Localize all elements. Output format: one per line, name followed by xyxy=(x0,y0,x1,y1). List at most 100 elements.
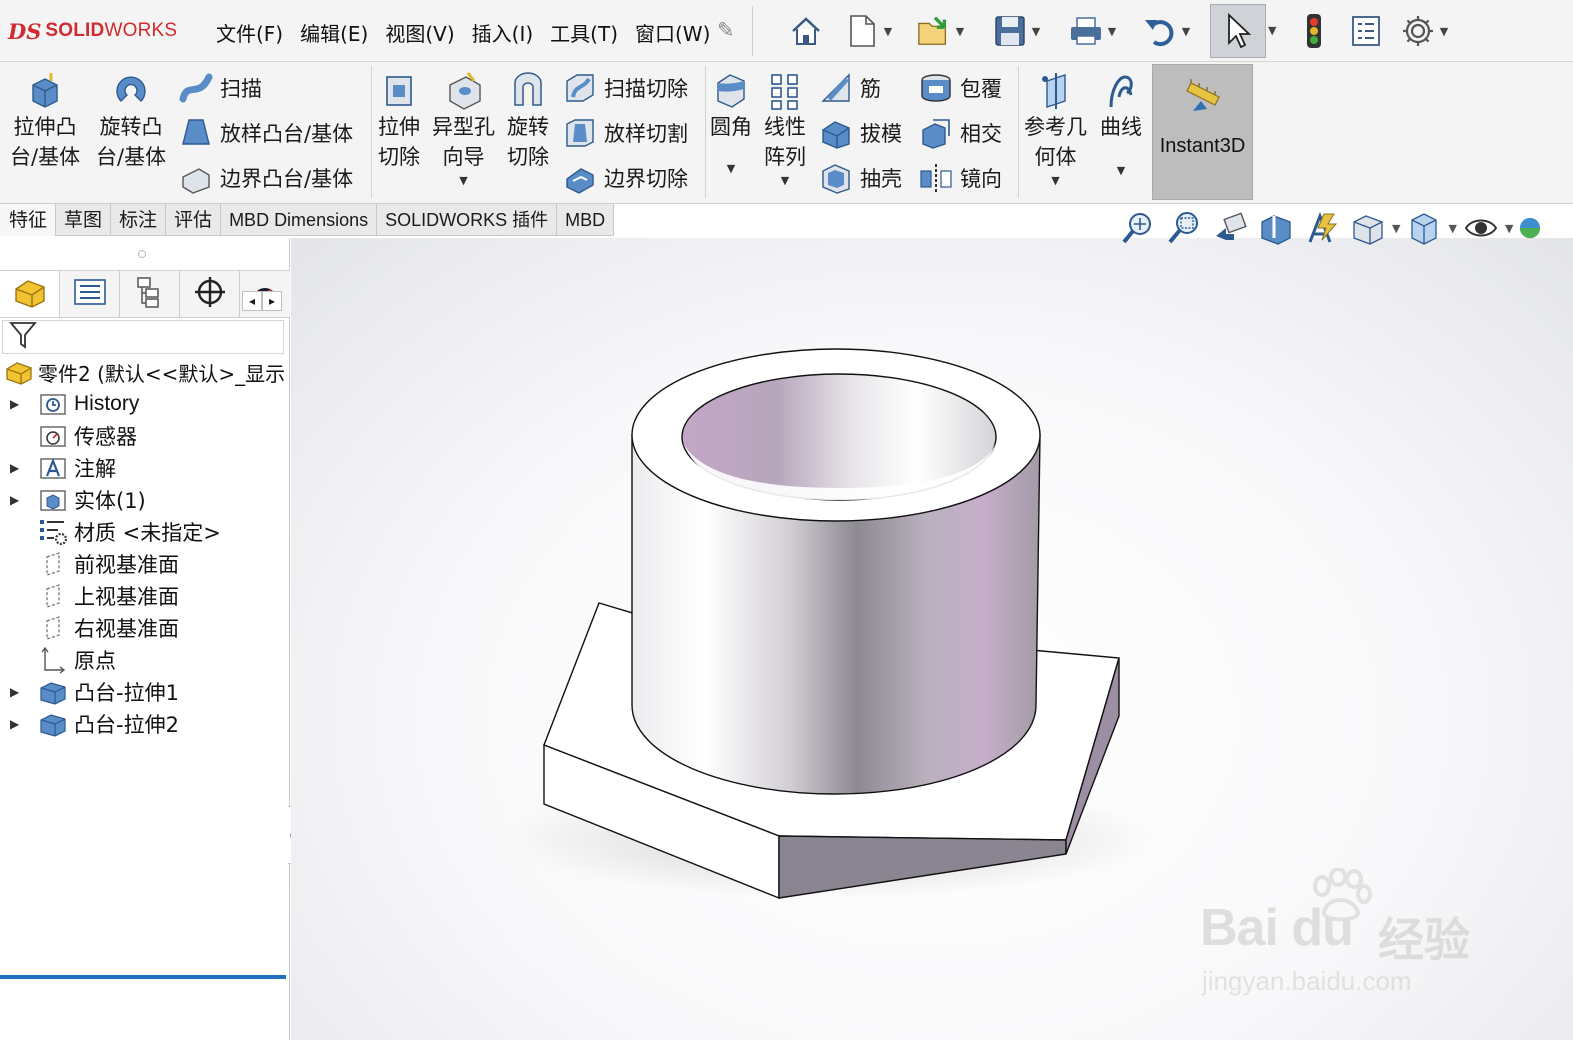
chevron-down-icon[interactable]: ▼ xyxy=(459,174,467,187)
tab-feature-manager[interactable] xyxy=(0,271,60,317)
chevron-down-icon[interactable]: ▼ xyxy=(952,25,968,38)
pin-menu-icon[interactable]: ✎ xyxy=(717,18,735,42)
shell-button[interactable]: 抽壳 xyxy=(818,158,902,198)
rollback-bar[interactable] xyxy=(0,975,286,979)
chevron-down-icon[interactable]: ▼ xyxy=(1268,24,1276,37)
tab-mbd[interactable]: MBD xyxy=(556,204,615,236)
chevron-down-icon[interactable]: ▼ xyxy=(1117,164,1125,177)
dynamic-annotation-icon[interactable] xyxy=(1302,208,1342,248)
revolved-cut-button[interactable]: 旋转 切除 xyxy=(507,70,549,172)
appearance-icon[interactable] xyxy=(1517,208,1543,248)
file-properties-button[interactable] xyxy=(1348,10,1384,52)
expand-arrow-icon[interactable]: ▶ xyxy=(10,461,19,475)
tree-item-top-plane[interactable]: 上视基准面 xyxy=(0,580,288,612)
menu-edit[interactable]: 编辑(E) xyxy=(300,18,368,47)
tree-item-solid-bodies[interactable]: ▶ 实体(1) xyxy=(0,484,288,516)
annotations-icon xyxy=(38,454,68,482)
expand-arrow-icon[interactable]: ▶ xyxy=(10,493,19,507)
tree-root-part[interactable]: 零件2 (默认<<默认>_显示 xyxy=(0,356,288,388)
hide-show-icon[interactable] xyxy=(1461,208,1501,248)
print-button[interactable]: ▼ xyxy=(1068,10,1120,52)
chevron-down-icon[interactable]: ▼ xyxy=(1448,222,1456,235)
tab-solidworks-addins[interactable]: SOLIDWORKS 插件 xyxy=(376,204,558,236)
tree-item-front-plane[interactable]: 前视基准面 xyxy=(0,548,288,580)
feature-tree-filter[interactable] xyxy=(2,320,284,354)
home-button[interactable] xyxy=(788,10,824,52)
chevron-down-icon[interactable]: ▼ xyxy=(1028,25,1044,38)
extruded-cut-button[interactable]: 拉伸 切除 xyxy=(378,70,420,172)
chevron-down-icon[interactable]: ▼ xyxy=(781,174,789,187)
undo-button[interactable]: ▼ xyxy=(1142,10,1194,52)
tree-item-right-plane[interactable]: 右视基准面 xyxy=(0,612,288,644)
loft-button[interactable]: 放样凸台/基体 xyxy=(178,113,353,153)
tab-property-manager[interactable] xyxy=(60,271,120,317)
linear-pattern-button[interactable]: 线性 阵列 ▼ xyxy=(764,70,806,187)
tree-item-sensors[interactable]: 传感器 xyxy=(0,420,288,452)
menu-file[interactable]: 文件(F) xyxy=(216,18,283,47)
boundary-cut-button[interactable]: 边界切除 xyxy=(562,158,688,198)
draft-button[interactable]: 拔模 xyxy=(818,113,902,153)
open-button[interactable]: ▼ xyxy=(916,10,968,52)
mirror-button[interactable]: 镜向 xyxy=(918,158,1002,198)
view-orientation-icon[interactable] xyxy=(1348,208,1388,248)
save-button[interactable]: ▼ xyxy=(992,10,1044,52)
menu-view[interactable]: 视图(V) xyxy=(385,18,454,47)
expand-arrow-icon[interactable]: ▶ xyxy=(10,717,19,731)
tree-item-boss-extrude1[interactable]: ▶ 凸台-拉伸1 xyxy=(0,676,288,708)
scroll-left-icon[interactable]: ◂ xyxy=(242,291,262,311)
panel-splitter-handle[interactable] xyxy=(138,250,146,258)
tab-features[interactable]: 特征 xyxy=(0,204,57,236)
intersect-button[interactable]: 相交 xyxy=(918,113,1002,153)
extruded-boss-button[interactable]: 拉伸凸 台/基体 xyxy=(10,70,80,172)
rib-button[interactable]: 筋 xyxy=(818,68,881,108)
tab-markup[interactable]: 标注 xyxy=(110,204,167,236)
sweep-button[interactable]: 扫描 xyxy=(178,68,262,108)
rebuild-button[interactable] xyxy=(1296,10,1332,52)
menu-insert[interactable]: 插入(I) xyxy=(472,18,534,47)
reference-geometry-button[interactable]: 参考几 何体 ▼ xyxy=(1024,70,1087,187)
revolved-boss-button[interactable]: 旋转凸 台/基体 xyxy=(96,70,166,172)
lofted-cut-button[interactable]: 放样切割 xyxy=(562,113,688,153)
expand-arrow-icon[interactable]: ▶ xyxy=(10,397,19,411)
tab-mbd-dimensions[interactable]: MBD Dimensions xyxy=(220,204,378,236)
swept-cut-button[interactable]: 扫描切除 xyxy=(562,68,688,108)
tree-item-annotations[interactable]: ▶ 注解 xyxy=(0,452,288,484)
zoom-to-fit-icon[interactable] xyxy=(1118,208,1158,248)
tab-sketch[interactable]: 草图 xyxy=(55,204,112,236)
solidworks-logo[interactable]: DS SOLIDWORKS xyxy=(8,16,177,46)
chevron-down-icon[interactable]: ▼ xyxy=(1436,25,1452,38)
previous-view-icon[interactable] xyxy=(1210,208,1250,248)
chevron-down-icon[interactable]: ▼ xyxy=(1051,174,1059,187)
tab-dimxpert-manager[interactable] xyxy=(180,271,240,317)
tab-evaluate[interactable]: 评估 xyxy=(165,204,222,236)
tab-configuration-manager[interactable] xyxy=(120,271,180,317)
chevron-down-icon[interactable]: ▼ xyxy=(1392,222,1400,235)
menu-tools[interactable]: 工具(T) xyxy=(550,18,618,47)
section-view-icon[interactable] xyxy=(1256,208,1296,248)
chevron-down-icon[interactable]: ▼ xyxy=(1505,222,1513,235)
chevron-down-icon[interactable]: ▼ xyxy=(880,25,896,38)
tree-item-boss-extrude2[interactable]: ▶ 凸台-拉伸2 xyxy=(0,708,288,740)
fillet-button[interactable]: 圆角 ▼ xyxy=(710,70,752,175)
hole-wizard-button[interactable]: 异型孔 向导 ▼ xyxy=(432,70,495,187)
display-style-icon[interactable] xyxy=(1404,208,1444,248)
instant3d-toggle[interactable]: Instant3D xyxy=(1152,64,1253,200)
boundary-boss-button[interactable]: 边界凸台/基体 xyxy=(178,158,353,198)
curves-button[interactable]: 曲线 ▼ xyxy=(1100,70,1142,177)
tree-item-origin[interactable]: 原点 xyxy=(0,644,288,676)
plane-icon xyxy=(38,550,68,578)
tree-item-history[interactable]: ▶ History xyxy=(0,388,288,420)
expand-arrow-icon[interactable]: ▶ xyxy=(10,685,19,699)
select-button[interactable] xyxy=(1210,4,1266,58)
menu-window[interactable]: 窗口(W) xyxy=(635,18,710,47)
wrap-button[interactable]: 包覆 xyxy=(918,68,1002,108)
zoom-area-icon[interactable] xyxy=(1164,208,1204,248)
chevron-down-icon[interactable]: ▼ xyxy=(727,162,735,175)
linear-pattern-icon xyxy=(765,70,805,112)
options-button[interactable]: ▼ xyxy=(1400,10,1452,52)
tree-item-material[interactable]: 材质 <未指定> xyxy=(0,516,288,548)
new-document-button[interactable]: ▼ xyxy=(844,10,896,52)
scroll-right-icon[interactable]: ▸ xyxy=(262,291,282,311)
chevron-down-icon[interactable]: ▼ xyxy=(1178,25,1194,38)
chevron-down-icon[interactable]: ▼ xyxy=(1104,25,1120,38)
